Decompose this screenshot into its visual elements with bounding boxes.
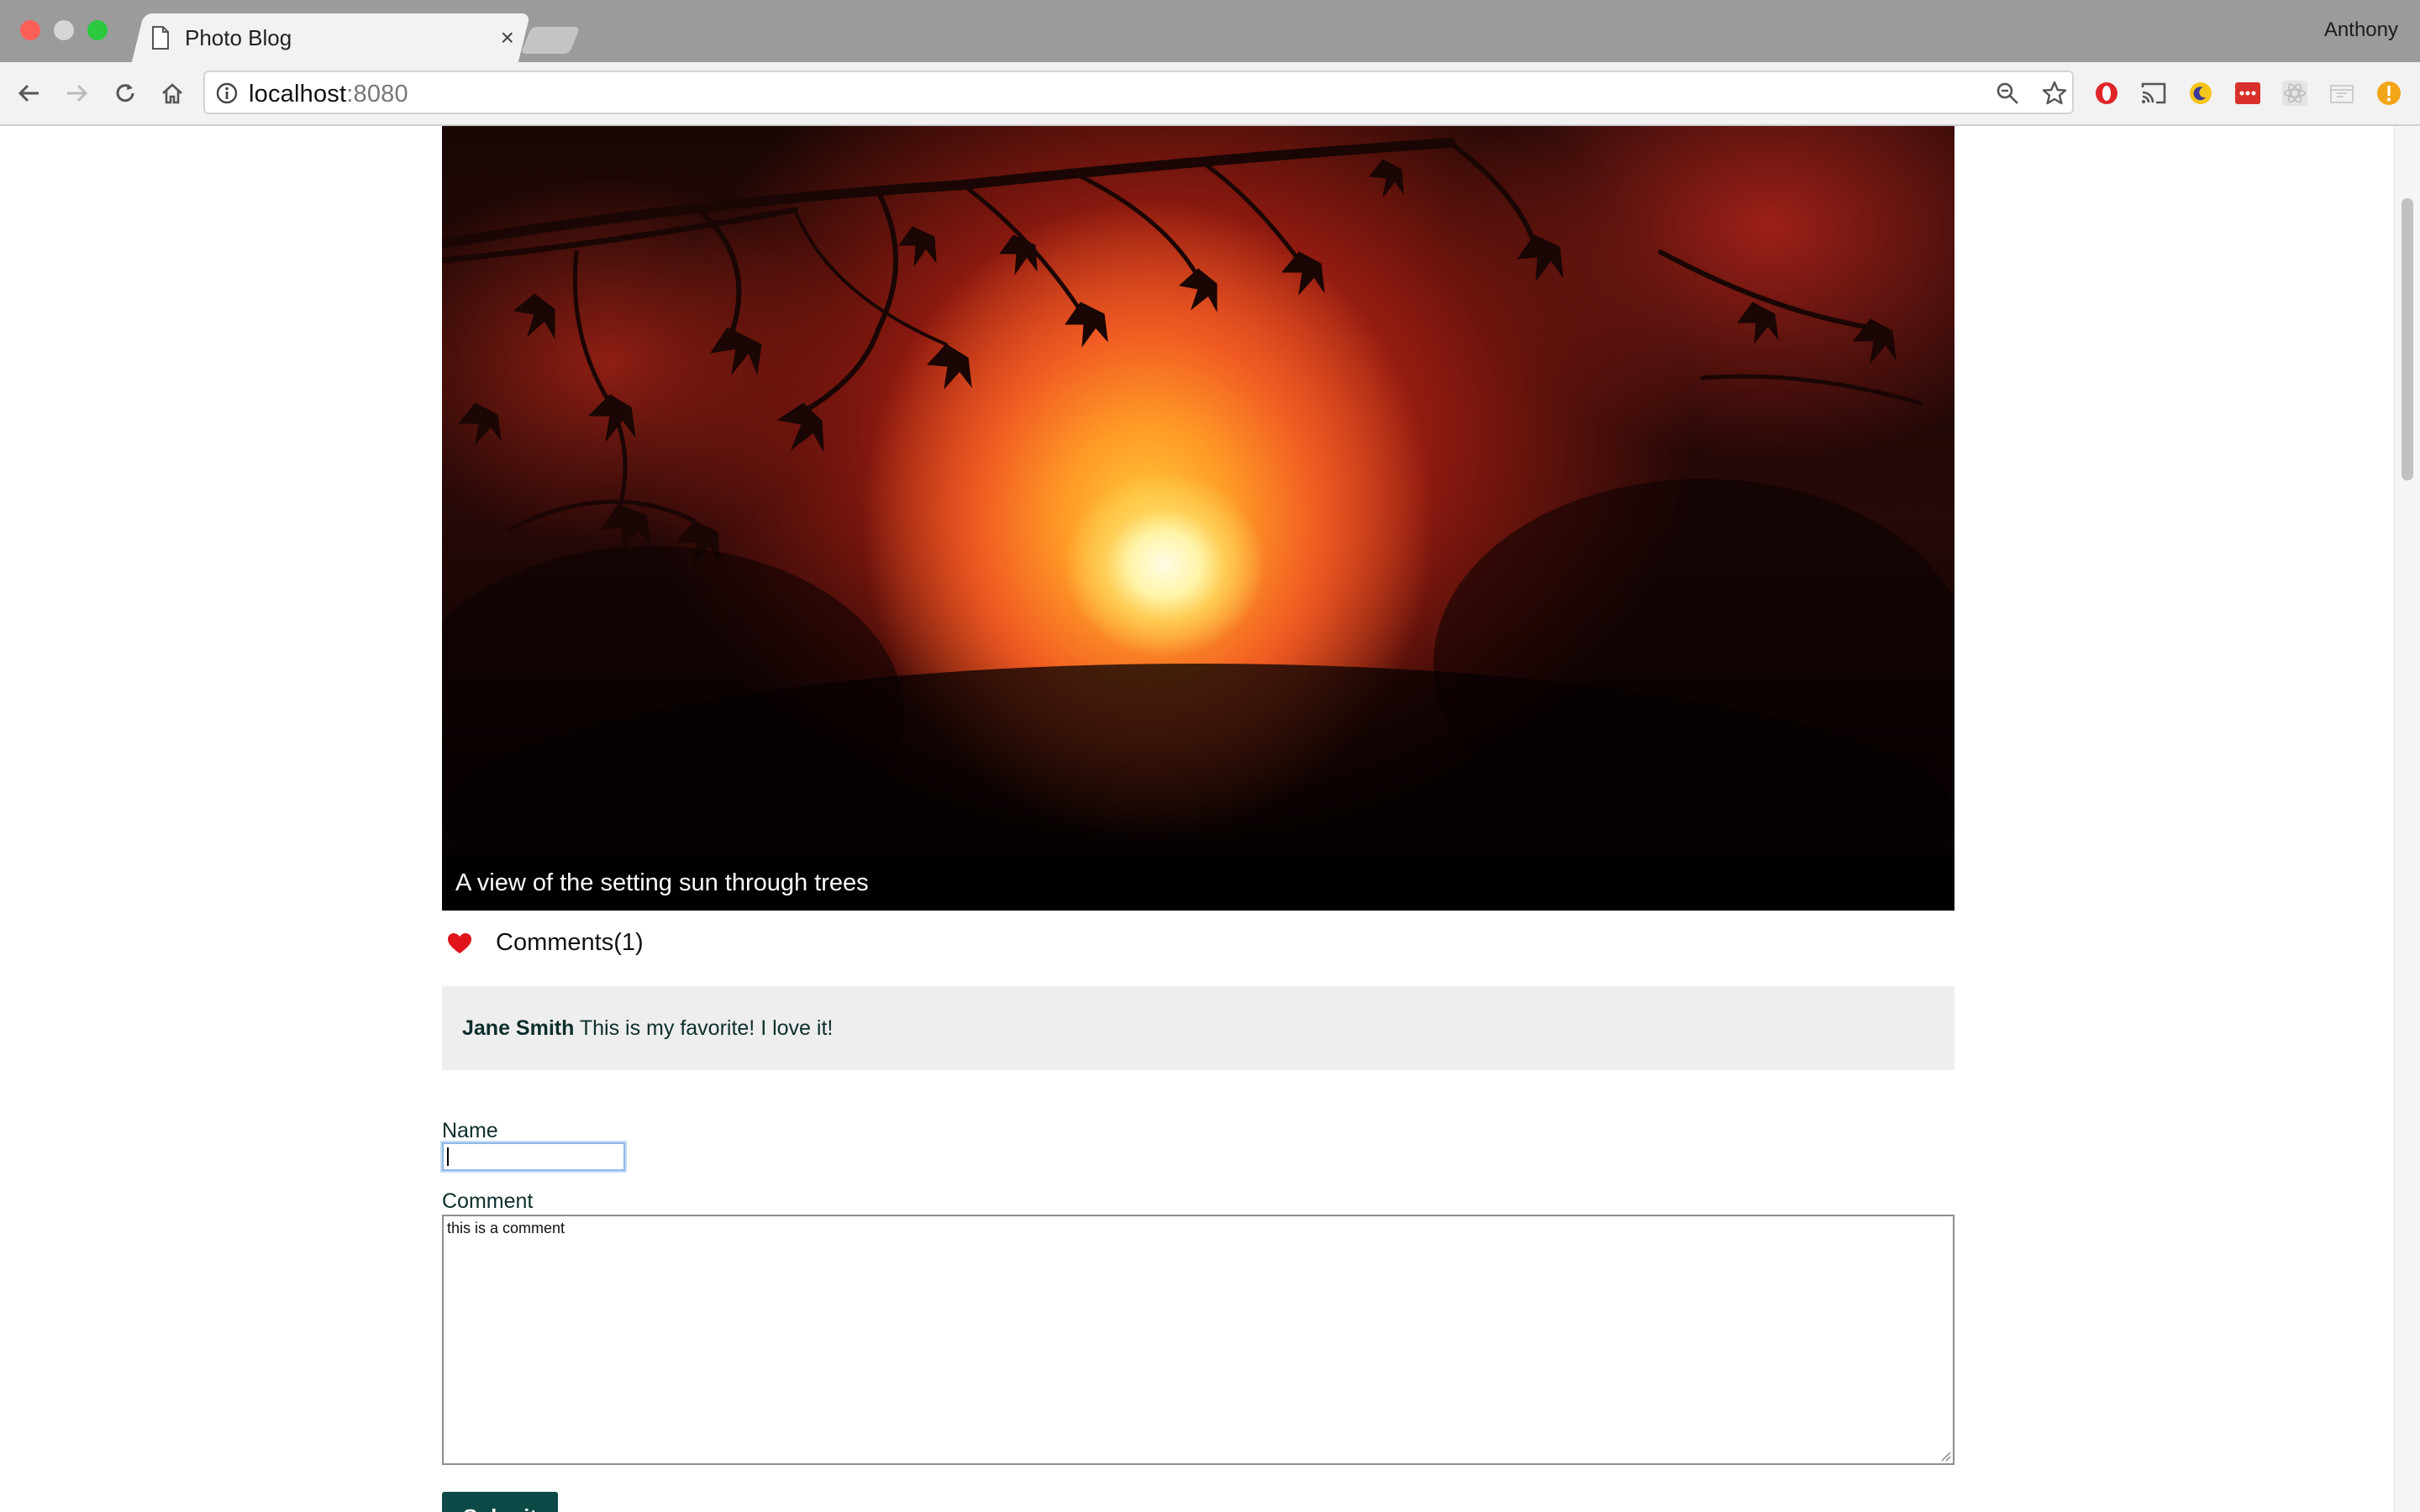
comment-author: Jane Smith	[462, 1016, 575, 1040]
heart-icon[interactable]	[447, 932, 472, 954]
zoom-icon[interactable]	[1993, 79, 2022, 108]
info-icon[interactable]	[215, 81, 239, 105]
comment-text: Jane Smith This is my favorite! I love i…	[462, 1016, 833, 1041]
browser-tab-content[interactable]: Photo Blog ×	[148, 13, 518, 62]
comment-list-item: Jane Smith This is my favorite! I love i…	[442, 986, 1954, 1070]
title-bar: Photo Blog × Anthony	[0, 0, 2420, 62]
tab-title: Photo Blog	[185, 24, 292, 50]
tab-close-button[interactable]: ×	[501, 24, 514, 51]
photo-caption: A view of the setting sun through trees	[455, 869, 869, 896]
profile-name[interactable]: Anthony	[2324, 18, 2398, 42]
comment-textarea[interactable]: this is a comment	[442, 1215, 1954, 1465]
lastpass-icon[interactable]	[2233, 79, 2262, 108]
name-label: Name	[442, 1119, 498, 1142]
reload-icon[interactable]	[109, 77, 141, 109]
page-icon	[152, 26, 169, 50]
resize-handle-icon[interactable]	[1939, 1450, 1951, 1462]
forward-arrow-icon[interactable]	[60, 77, 92, 109]
url-host: localhost	[249, 81, 347, 108]
comment-label: Comment	[442, 1189, 534, 1213]
tree-silhouette	[442, 138, 1954, 911]
scrollbar-thumb[interactable]	[2402, 198, 2413, 480]
page-scrollbar[interactable]	[2394, 126, 2420, 1512]
star-icon[interactable]	[2040, 79, 2069, 108]
comment-body: This is my favorite! I love it!	[579, 1016, 834, 1040]
moon-extension-icon[interactable]	[2186, 79, 2215, 108]
cast-icon[interactable]	[2139, 79, 2168, 108]
opera-icon[interactable]	[2092, 79, 2121, 108]
url-port: :8080	[346, 81, 408, 108]
comments-count-label[interactable]: Comments(1)	[496, 929, 644, 957]
new-tab-button[interactable]	[520, 27, 581, 54]
submit-button[interactable]: Submit	[442, 1492, 558, 1512]
extension-icon[interactable]	[2328, 79, 2356, 108]
home-icon[interactable]	[156, 77, 188, 109]
page-viewport: A view of the setting sun through trees …	[0, 126, 2420, 1512]
url-text: localhost:8080	[249, 81, 408, 108]
comment-textarea-value: this is a comment	[447, 1220, 566, 1236]
react-devtools-icon[interactable]	[2281, 79, 2309, 108]
alert-icon[interactable]	[2375, 79, 2403, 108]
text-cursor	[447, 1147, 449, 1166]
likes-comments-row: Comments(1)	[447, 929, 644, 957]
address-bar[interactable]: localhost:8080	[203, 71, 2074, 114]
back-arrow-icon[interactable]	[13, 77, 45, 109]
minimize-window-button[interactable]	[54, 20, 74, 40]
post-photo: A view of the setting sun through trees	[442, 126, 1954, 911]
maximize-window-button[interactable]	[87, 20, 108, 40]
name-input[interactable]	[442, 1142, 625, 1171]
close-window-button[interactable]	[20, 20, 40, 40]
